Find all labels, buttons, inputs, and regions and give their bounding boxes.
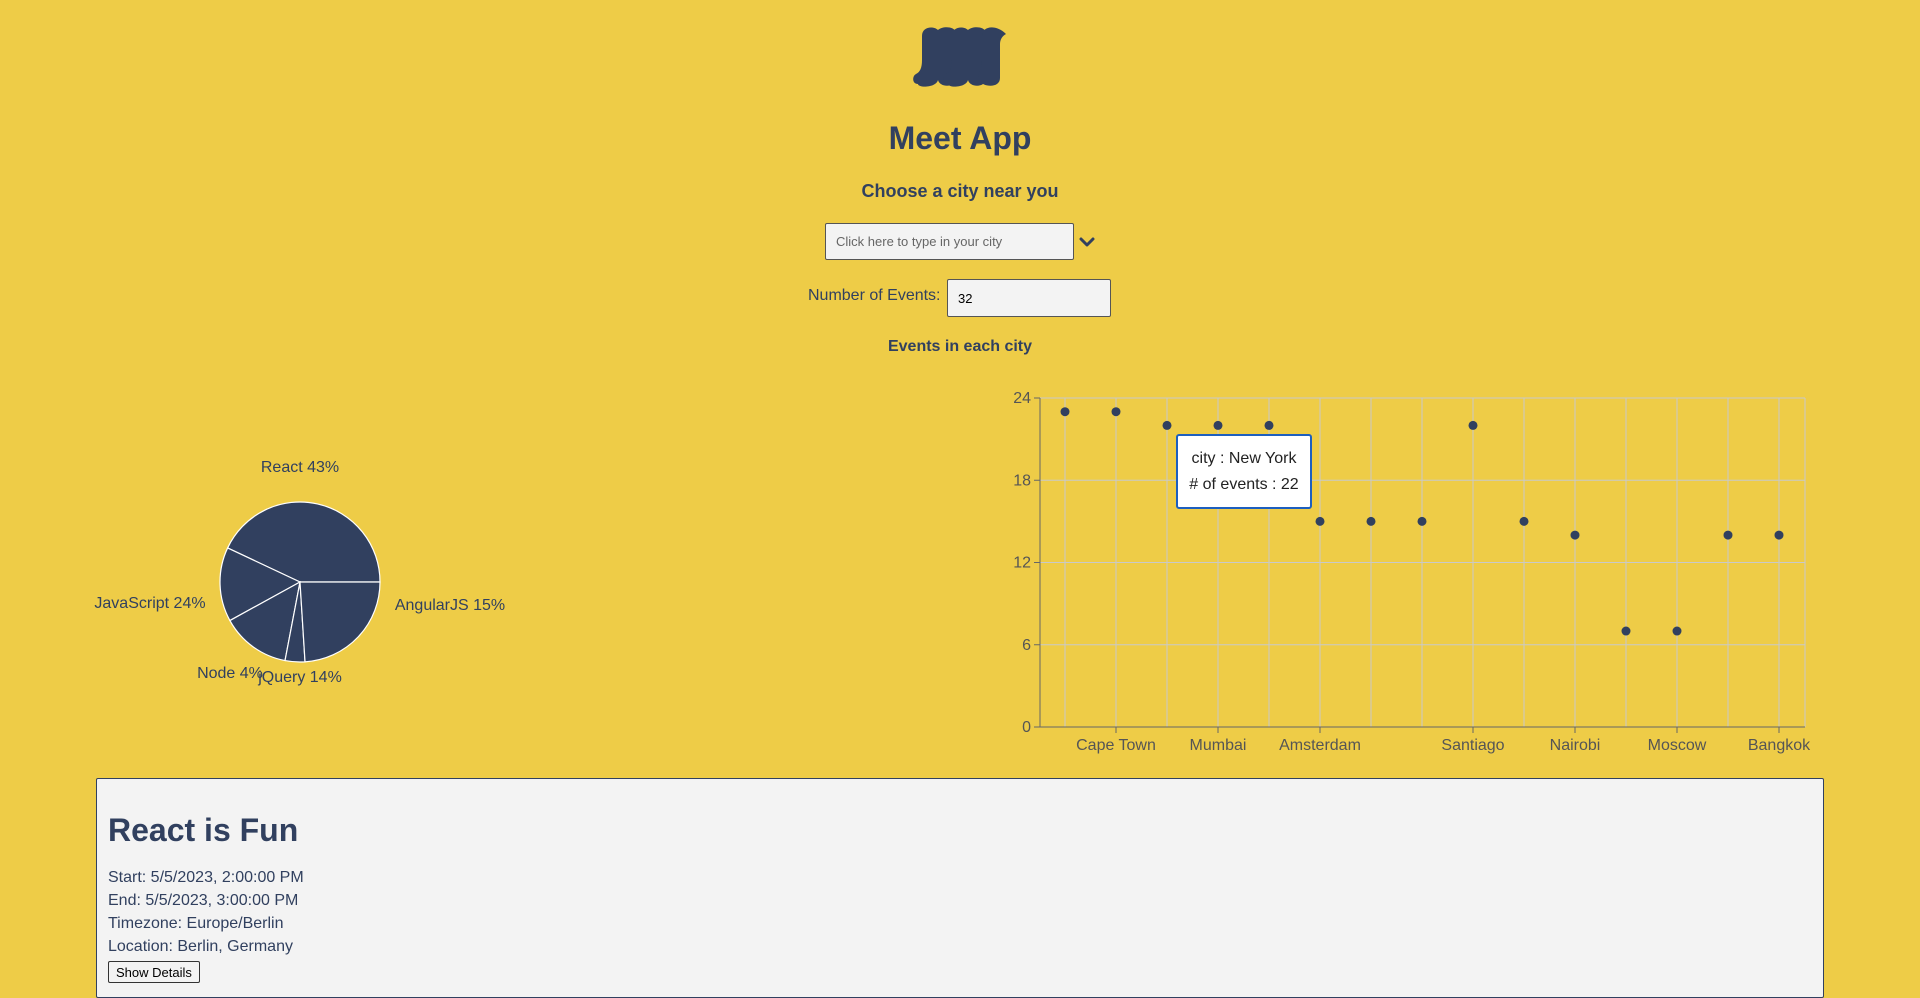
x-tick-label: Cape Town [1076, 737, 1156, 754]
y-tick-label: 0 [1022, 719, 1031, 736]
x-tick-label: Bangkok [1748, 737, 1811, 754]
charts-heading: Events in each city [887, 338, 1033, 355]
y-tick-label: 18 [1013, 472, 1031, 489]
scatter-point[interactable] [1672, 626, 1682, 636]
x-tick-label: Nairobi [1550, 737, 1601, 754]
x-tick-label: Amsterdam [1279, 737, 1361, 754]
scatter-point[interactable] [1315, 516, 1325, 526]
y-tick-label: 24 [1013, 390, 1031, 407]
scatter-point[interactable] [1264, 420, 1274, 430]
event-title: React is Fun [108, 812, 299, 848]
meet-app-logo [913, 27, 1006, 87]
city-search-heading: Choose a city near you [861, 181, 1059, 201]
y-tick-label: 12 [1013, 555, 1031, 572]
app-title: Meet App [888, 120, 1032, 156]
scatter-point[interactable] [1621, 626, 1631, 636]
event-start: Start: 5/5/2023, 2:00:00 PM [108, 869, 304, 886]
scatter-point[interactable] [1213, 420, 1223, 430]
scatter-point[interactable] [1774, 530, 1784, 540]
event-card: React is Fun Start: 5/5/2023, 2:00:00 PM… [96, 778, 1824, 998]
pie-slice[interactable] [299, 581, 381, 663]
tooltip-city: city : New York [1191, 450, 1297, 467]
pie-label: Node 4% [197, 665, 263, 682]
scatter-point[interactable] [1417, 516, 1427, 526]
scatter-point[interactable] [1366, 516, 1376, 526]
pie-label: React 43% [261, 459, 339, 476]
scatter-point[interactable] [1519, 516, 1529, 526]
pie-label: AngularJS 15% [395, 597, 505, 614]
number-of-events-label: Number of Events: [808, 287, 941, 304]
x-tick-label: Mumbai [1190, 737, 1247, 754]
x-tick-label: Santiago [1441, 737, 1504, 754]
event-timezone: Timezone: Europe/Berlin [108, 915, 284, 932]
tooltip-count: # of events : 22 [1189, 476, 1299, 493]
pie-chart: React 43% AngularJS 15% jQuery 14%Node 4% J… [94, 459, 505, 686]
number-of-events-input[interactable] [947, 279, 1111, 317]
chart-tooltip: city : New York # of events : 22 [1176, 434, 1312, 509]
event-end: End: 5/5/2023, 3:00:00 PM [108, 892, 299, 909]
scatter-point[interactable] [1060, 407, 1070, 417]
scatter-point[interactable] [1723, 530, 1733, 540]
scatter-chart: 0 6 12 18 24 Cape Town Mumbai Amsterdam Santiago… [1013, 390, 1811, 754]
scatter-point[interactable] [1570, 530, 1580, 540]
y-tick-label: 6 [1022, 637, 1031, 654]
scatter-point[interactable] [1111, 407, 1121, 417]
scatter-point[interactable] [1468, 420, 1478, 430]
scatter-point[interactable] [1162, 420, 1172, 430]
city-search-input[interactable] [825, 223, 1074, 260]
chevron-down-icon[interactable] [1079, 234, 1095, 250]
pie-label: JavaScript 24% [94, 595, 205, 612]
event-location: Location: Berlin, Germany [108, 938, 293, 955]
pie-label: jQuery 14% [257, 669, 342, 686]
x-tick-label: Moscow [1648, 737, 1707, 754]
show-details-button[interactable]: Show Details [108, 961, 200, 983]
